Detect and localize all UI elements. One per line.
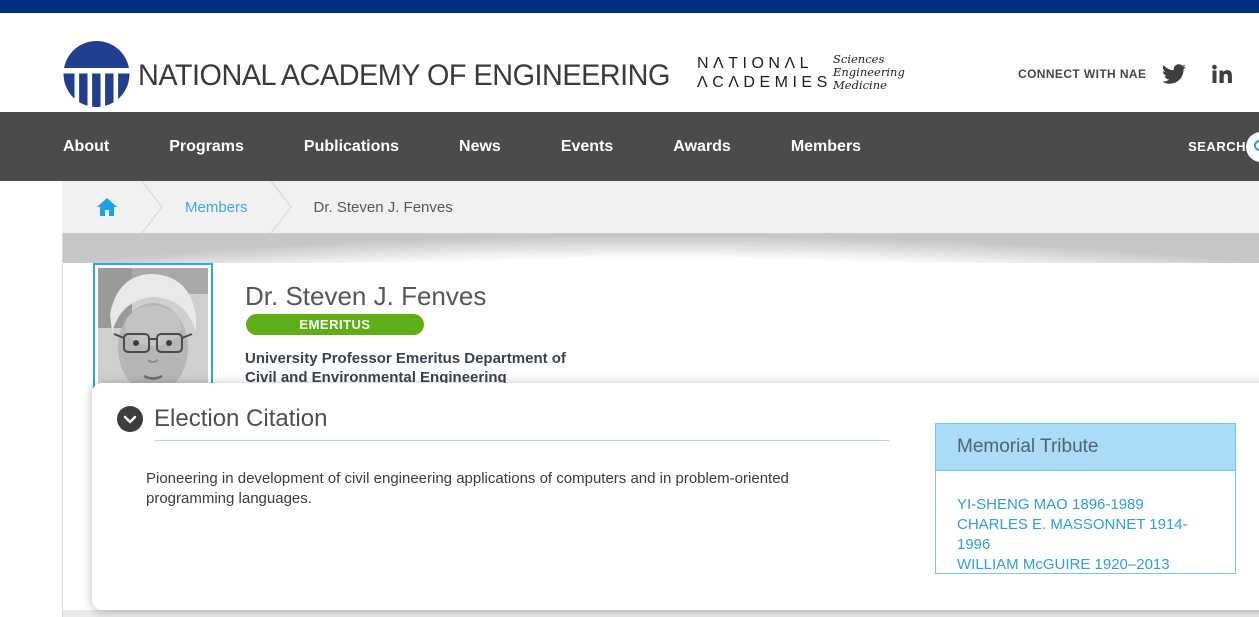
- collapse-section-button[interactable]: [117, 406, 143, 432]
- academies-line2: ΛCΛDEMIES: [697, 73, 832, 92]
- memorial-tribute-links: YI-SHENG MAO 1896-1989 CHARLES E. MASSON…: [936, 471, 1235, 575]
- academies-line1: NΛTIONΛL: [697, 54, 832, 73]
- nae-logo-icon[interactable]: [63, 41, 130, 107]
- memorial-tribute-header: Memorial Tribute: [936, 424, 1235, 471]
- page-footer-strip: [63, 610, 1259, 617]
- linkedin-icon[interactable]: [1210, 62, 1234, 86]
- page-curl-shadow: [62, 233, 1259, 263]
- nav-item-about[interactable]: About: [63, 138, 109, 156]
- academies-tagline: Sciences Engineering Medicine: [833, 53, 905, 92]
- breadcrumb: Members Dr. Steven J. Fenves: [62, 181, 1259, 233]
- nav-item-publications[interactable]: Publications: [304, 138, 399, 156]
- election-citation-text: Pioneering in development of civil engin…: [146, 469, 806, 509]
- breadcrumb-members-link[interactable]: Members: [185, 199, 248, 216]
- profile-job-title: University Professor Emeritus Department…: [245, 349, 595, 387]
- connect-with-nae-label: CONNECT WITH NAE: [1018, 67, 1146, 81]
- search-button[interactable]: SEARCH: [1188, 112, 1246, 181]
- page-title: Dr. Steven J. Fenves: [245, 281, 486, 312]
- memorial-link[interactable]: YI-SHENG MAO 1896-1989: [957, 495, 1215, 515]
- section-divider: [155, 440, 889, 441]
- nav-item-members[interactable]: Members: [791, 138, 861, 156]
- national-academies-logo[interactable]: NΛTIONΛL ΛCΛDEMIES: [697, 54, 832, 92]
- site-header: NATIONAL ACADEMY OF ENGINEERING NΛTIONΛL…: [0, 13, 1259, 112]
- breadcrumb-current-page: Dr. Steven J. Fenves: [314, 199, 453, 216]
- home-icon[interactable]: [95, 195, 119, 219]
- chevron-down-icon: [117, 406, 143, 432]
- memorial-tribute-title: Memorial Tribute: [957, 436, 1099, 458]
- content-card: Election Citation Pioneering in developm…: [92, 383, 1259, 610]
- page-edge-divider: [62, 233, 63, 617]
- nav-item-news[interactable]: News: [459, 138, 501, 156]
- breadcrumb-separator-icon: [141, 181, 163, 233]
- memorial-link[interactable]: CHARLES E. MASSONNET 1914-1996: [957, 515, 1215, 555]
- twitter-icon[interactable]: [1162, 62, 1186, 86]
- memorial-link[interactable]: WILLIAM McGUIRE 1920–2013: [957, 555, 1215, 575]
- nae-wordmark[interactable]: NATIONAL ACADEMY OF ENGINEERING: [138, 59, 670, 93]
- nav-item-awards[interactable]: Awards: [673, 138, 731, 156]
- breadcrumb-separator-icon: [270, 181, 292, 233]
- nav-item-events[interactable]: Events: [561, 138, 613, 156]
- main-nav: About Programs Publications News Events …: [0, 112, 1259, 181]
- top-accent-bar: [0, 0, 1259, 13]
- status-badge: EMERITUS: [246, 314, 424, 335]
- memorial-tribute-box: Memorial Tribute YI-SHENG MAO 1896-1989 …: [935, 423, 1236, 574]
- section-heading: Election Citation: [154, 405, 327, 433]
- nav-item-programs[interactable]: Programs: [169, 138, 244, 156]
